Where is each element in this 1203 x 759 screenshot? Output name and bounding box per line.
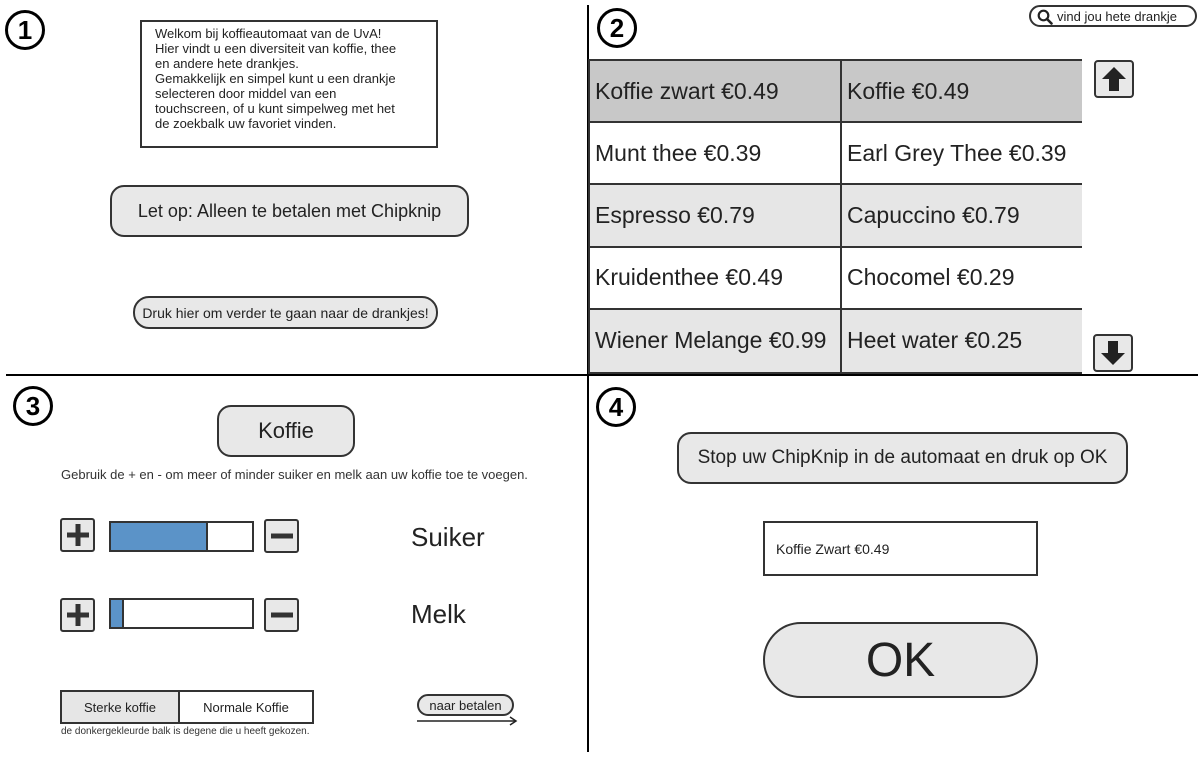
welcome-line: Gemakkelijk en simpel kunt u een drankje	[155, 71, 396, 86]
minus-icon	[270, 612, 293, 618]
chipknip-notice: Let op: Alleen te betalen met Chipknip	[110, 185, 469, 237]
drink-item[interactable]: Munt thee €0.39	[590, 123, 842, 186]
drink-item[interactable]: Capuccino €0.79	[842, 185, 1082, 248]
minus-icon	[270, 533, 293, 539]
milk-label: Melk	[411, 599, 466, 629]
sugar-level-bar	[109, 521, 254, 552]
sugar-label: Suiker	[411, 522, 485, 552]
welcome-line: selecteren door middel van een	[155, 86, 337, 101]
plus-icon	[66, 604, 89, 626]
drink-item[interactable]: Earl Grey Thee €0.39	[842, 123, 1082, 186]
drink-item[interactable]: Koffie zwart €0.49	[590, 61, 842, 124]
search-placeholder: vind jou hete drankje	[1057, 8, 1177, 24]
milk-plus-button[interactable]	[60, 598, 95, 632]
arrow-right-icon	[417, 716, 518, 726]
plus-icon	[66, 524, 89, 546]
welcome-line: Hier vindt u een diversiteit van koffie,…	[155, 41, 397, 56]
strength-note: de donkergekleurde balk is degene die u …	[61, 726, 310, 737]
scroll-up-button[interactable]	[1094, 60, 1134, 98]
arrow-up-icon	[1102, 67, 1126, 91]
milk-level-fill	[111, 600, 124, 627]
section-badge-1: 1	[5, 10, 45, 50]
sugar-minus-button[interactable]	[264, 519, 299, 553]
strength-toggle: Sterke koffie Normale Koffie	[60, 690, 314, 724]
search-icon	[1037, 9, 1053, 25]
insert-card-instruction: Stop uw ChipKnip in de automaat en druk …	[677, 432, 1128, 484]
drink-item[interactable]: Heet water €0.25	[842, 309, 1082, 372]
section-badge-2: 2	[597, 8, 637, 48]
sugar-plus-button[interactable]	[60, 518, 95, 552]
milk-minus-button[interactable]	[264, 598, 299, 632]
normal-coffee-option[interactable]: Normale Koffie	[180, 692, 312, 722]
drink-item[interactable]: Koffie €0.49	[842, 61, 1082, 124]
welcome-line: Welkom bij koffieautomaat van de UvA!	[155, 26, 382, 41]
welcome-line: en andere hete drankjes.	[155, 56, 299, 71]
welcome-line: de zoekbalk uw favoriet vinden.	[155, 116, 337, 131]
search-input[interactable]: vind jou hete drankje	[1029, 5, 1197, 27]
sugar-level-fill	[111, 523, 209, 550]
selected-drink-title: Koffie	[217, 405, 355, 457]
strong-coffee-option[interactable]: Sterke koffie	[62, 692, 180, 722]
to-payment-button[interactable]: naar betalen	[417, 694, 514, 716]
drinks-table: Koffie zwart €0.49 Koffie €0.49 Munt thee …	[588, 59, 1082, 374]
welcome-text-box: Welkom bij koffieautomaat van de UvA! Hi…	[140, 20, 438, 148]
drink-item[interactable]: Espresso €0.79	[590, 185, 842, 248]
milk-level-bar	[109, 598, 254, 629]
ok-button[interactable]: OK	[763, 622, 1038, 698]
continue-to-drinks-button[interactable]: Druk hier om verder te gaan naar de dran…	[133, 296, 438, 329]
section-badge-3: 3	[13, 386, 53, 426]
drink-item[interactable]: Wiener Melange €0.99	[590, 309, 842, 372]
horizontal-divider	[6, 374, 1198, 376]
instructions-text: Gebruik de + en - om meer of minder suik…	[61, 467, 528, 482]
scroll-down-button[interactable]	[1093, 334, 1133, 372]
welcome-line: touchscreen, of u kunt simpelweg met het	[155, 101, 395, 116]
drink-item[interactable]: Chocomel €0.29	[842, 247, 1082, 310]
order-summary: Koffie Zwart €0.49	[763, 521, 1038, 576]
drink-item[interactable]: Kruidenthee €0.49	[590, 247, 842, 310]
section-badge-4: 4	[596, 387, 636, 427]
arrow-down-icon	[1101, 341, 1125, 365]
